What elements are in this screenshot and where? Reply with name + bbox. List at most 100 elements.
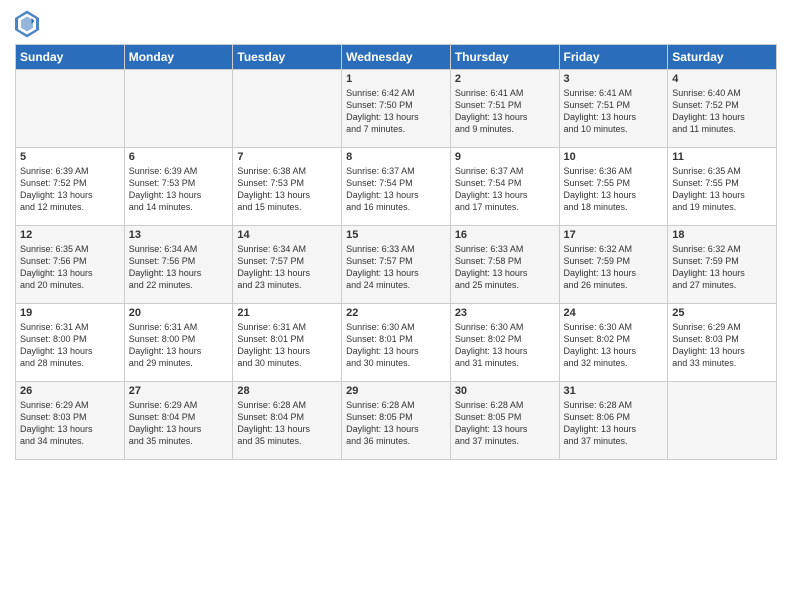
calendar-cell: 14Sunrise: 6:34 AM Sunset: 7:57 PM Dayli… bbox=[233, 226, 342, 304]
day-number: 18 bbox=[672, 229, 772, 241]
day-number: 26 bbox=[20, 385, 120, 397]
cell-info: Sunrise: 6:29 AM Sunset: 8:04 PM Dayligh… bbox=[129, 399, 229, 448]
day-number: 29 bbox=[346, 385, 446, 397]
cell-info: Sunrise: 6:28 AM Sunset: 8:06 PM Dayligh… bbox=[564, 399, 664, 448]
cell-info: Sunrise: 6:42 AM Sunset: 7:50 PM Dayligh… bbox=[346, 87, 446, 136]
header bbox=[15, 10, 777, 38]
calendar-table: SundayMondayTuesdayWednesdayThursdayFrid… bbox=[15, 44, 777, 460]
day-number: 31 bbox=[564, 385, 664, 397]
cell-info: Sunrise: 6:30 AM Sunset: 8:02 PM Dayligh… bbox=[455, 321, 555, 370]
day-number: 22 bbox=[346, 307, 446, 319]
day-number: 17 bbox=[564, 229, 664, 241]
cell-info: Sunrise: 6:33 AM Sunset: 7:57 PM Dayligh… bbox=[346, 243, 446, 292]
cell-info: Sunrise: 6:35 AM Sunset: 7:55 PM Dayligh… bbox=[672, 165, 772, 214]
week-row-3: 12 Sunrise: 6:35 AM Sunset: 7:56 PM Dayli… bbox=[16, 226, 777, 304]
calendar-cell: 7Sunrise: 6:38 AM Sunset: 7:53 PM Daylig… bbox=[233, 148, 342, 226]
day-number: 28 bbox=[237, 385, 337, 397]
calendar-cell bbox=[668, 382, 777, 460]
header-cell-friday: Friday bbox=[559, 45, 668, 70]
day-number: 19 bbox=[20, 307, 120, 319]
calendar-cell: 12 Sunrise: 6:35 AM Sunset: 7:56 PM Dayli… bbox=[16, 226, 125, 304]
day-number: 11 bbox=[672, 151, 772, 163]
calendar-cell: 6Sunrise: 6:39 AM Sunset: 7:53 PM Daylig… bbox=[124, 148, 233, 226]
calendar-cell: 5 Sunrise: 6:39 AM Sunset: 7:52 PM Daylig… bbox=[16, 148, 125, 226]
day-number: 16 bbox=[455, 229, 555, 241]
calendar-cell bbox=[233, 70, 342, 148]
calendar-cell: 16 Sunrise: 6:33 AM Sunset: 7:58 PM Dayli… bbox=[450, 226, 559, 304]
day-number: 5 bbox=[20, 151, 120, 163]
cell-info: Sunrise: 6:28 AM Sunset: 8:05 PM Dayligh… bbox=[346, 399, 446, 448]
calendar-cell: 24 Sunrise: 6:30 AM Sunset: 8:02 PM Dayli… bbox=[559, 304, 668, 382]
calendar-cell: 31 Sunrise: 6:28 AM Sunset: 8:06 PM Dayli… bbox=[559, 382, 668, 460]
calendar-cell: 21 Sunrise: 6:31 AM Sunset: 8:01 PM Dayli… bbox=[233, 304, 342, 382]
calendar-cell: 29 Sunrise: 6:28 AM Sunset: 8:05 PM Dayli… bbox=[342, 382, 451, 460]
calendar-cell: 22 Sunrise: 6:30 AM Sunset: 8:01 PM Dayli… bbox=[342, 304, 451, 382]
day-number: 13 bbox=[129, 229, 229, 241]
header-cell-sunday: Sunday bbox=[16, 45, 125, 70]
day-number: 21 bbox=[237, 307, 337, 319]
day-number: 25 bbox=[672, 307, 772, 319]
calendar-cell: 13 Sunrise: 6:34 AM Sunset: 7:56 PM Dayli… bbox=[124, 226, 233, 304]
calendar-cell: 30 Sunrise: 6:28 AM Sunset: 8:05 PM Dayli… bbox=[450, 382, 559, 460]
cell-info: Sunrise: 6:34 AM Sunset: 7:56 PM Dayligh… bbox=[129, 243, 229, 292]
cell-info: Sunrise: 6:32 AM Sunset: 7:59 PM Dayligh… bbox=[564, 243, 664, 292]
calendar-page: SundayMondayTuesdayWednesdayThursdayFrid… bbox=[0, 0, 792, 612]
day-number: 10 bbox=[564, 151, 664, 163]
calendar-cell: 20 Sunrise: 6:31 AM Sunset: 8:00 PM Dayli… bbox=[124, 304, 233, 382]
cell-info: Sunrise: 6:28 AM Sunset: 8:05 PM Dayligh… bbox=[455, 399, 555, 448]
header-cell-saturday: Saturday bbox=[668, 45, 777, 70]
cell-info: Sunrise: 6:31 AM Sunset: 8:01 PM Dayligh… bbox=[237, 321, 337, 370]
calendar-cell: 27 Sunrise: 6:29 AM Sunset: 8:04 PM Dayli… bbox=[124, 382, 233, 460]
day-number: 12 bbox=[20, 229, 120, 241]
calendar-cell: 17 Sunrise: 6:32 AM Sunset: 7:59 PM Dayli… bbox=[559, 226, 668, 304]
day-number: 6 bbox=[129, 151, 229, 163]
calendar-cell: 23 Sunrise: 6:30 AM Sunset: 8:02 PM Dayli… bbox=[450, 304, 559, 382]
day-number: 3 bbox=[564, 73, 664, 85]
calendar-cell bbox=[124, 70, 233, 148]
day-number: 23 bbox=[455, 307, 555, 319]
cell-info: Sunrise: 6:39 AM Sunset: 7:52 PM Dayligh… bbox=[20, 165, 120, 214]
cell-info: Sunrise: 6:29 AM Sunset: 8:03 PM Dayligh… bbox=[672, 321, 772, 370]
day-number: 24 bbox=[564, 307, 664, 319]
day-number: 20 bbox=[129, 307, 229, 319]
cell-info: Sunrise: 6:31 AM Sunset: 8:00 PM Dayligh… bbox=[129, 321, 229, 370]
day-number: 30 bbox=[455, 385, 555, 397]
calendar-cell: 10 Sunrise: 6:36 AM Sunset: 7:55 PM Dayli… bbox=[559, 148, 668, 226]
day-number: 15 bbox=[346, 229, 446, 241]
cell-info: Sunrise: 6:28 AM Sunset: 8:04 PM Dayligh… bbox=[237, 399, 337, 448]
cell-info: Sunrise: 6:41 AM Sunset: 7:51 PM Dayligh… bbox=[455, 87, 555, 136]
calendar-cell: 25 Sunrise: 6:29 AM Sunset: 8:03 PM Dayli… bbox=[668, 304, 777, 382]
calendar-cell bbox=[16, 70, 125, 148]
cell-info: Sunrise: 6:32 AM Sunset: 7:59 PM Dayligh… bbox=[672, 243, 772, 292]
week-row-2: 5 Sunrise: 6:39 AM Sunset: 7:52 PM Daylig… bbox=[16, 148, 777, 226]
cell-info: Sunrise: 6:36 AM Sunset: 7:55 PM Dayligh… bbox=[564, 165, 664, 214]
logo-icon bbox=[15, 10, 39, 38]
calendar-cell: 15 Sunrise: 6:33 AM Sunset: 7:57 PM Dayli… bbox=[342, 226, 451, 304]
day-number: 27 bbox=[129, 385, 229, 397]
calendar-cell: 26 Sunrise: 6:29 AM Sunset: 8:03 PM Dayli… bbox=[16, 382, 125, 460]
calendar-cell: 8Sunrise: 6:37 AM Sunset: 7:54 PM Daylig… bbox=[342, 148, 451, 226]
day-number: 4 bbox=[672, 73, 772, 85]
header-cell-thursday: Thursday bbox=[450, 45, 559, 70]
cell-info: Sunrise: 6:41 AM Sunset: 7:51 PM Dayligh… bbox=[564, 87, 664, 136]
header-cell-wednesday: Wednesday bbox=[342, 45, 451, 70]
calendar-cell: 9Sunrise: 6:37 AM Sunset: 7:54 PM Daylig… bbox=[450, 148, 559, 226]
header-row: SundayMondayTuesdayWednesdayThursdayFrid… bbox=[16, 45, 777, 70]
day-number: 2 bbox=[455, 73, 555, 85]
week-row-5: 26 Sunrise: 6:29 AM Sunset: 8:03 PM Dayli… bbox=[16, 382, 777, 460]
calendar-cell: 1Sunrise: 6:42 AM Sunset: 7:50 PM Daylig… bbox=[342, 70, 451, 148]
cell-info: Sunrise: 6:35 AM Sunset: 7:56 PM Dayligh… bbox=[20, 243, 120, 292]
cell-info: Sunrise: 6:30 AM Sunset: 8:01 PM Dayligh… bbox=[346, 321, 446, 370]
cell-info: Sunrise: 6:33 AM Sunset: 7:58 PM Dayligh… bbox=[455, 243, 555, 292]
calendar-cell: 28 Sunrise: 6:28 AM Sunset: 8:04 PM Dayli… bbox=[233, 382, 342, 460]
cell-info: Sunrise: 6:40 AM Sunset: 7:52 PM Dayligh… bbox=[672, 87, 772, 136]
day-number: 9 bbox=[455, 151, 555, 163]
calendar-cell: 3 Sunrise: 6:41 AM Sunset: 7:51 PM Daylig… bbox=[559, 70, 668, 148]
cell-info: Sunrise: 6:30 AM Sunset: 8:02 PM Dayligh… bbox=[564, 321, 664, 370]
cell-info: Sunrise: 6:29 AM Sunset: 8:03 PM Dayligh… bbox=[20, 399, 120, 448]
cell-info: Sunrise: 6:31 AM Sunset: 8:00 PM Dayligh… bbox=[20, 321, 120, 370]
header-cell-tuesday: Tuesday bbox=[233, 45, 342, 70]
header-cell-monday: Monday bbox=[124, 45, 233, 70]
calendar-cell: 19 Sunrise: 6:31 AM Sunset: 8:00 PM Dayli… bbox=[16, 304, 125, 382]
cell-info: Sunrise: 6:34 AM Sunset: 7:57 PM Dayligh… bbox=[237, 243, 337, 292]
